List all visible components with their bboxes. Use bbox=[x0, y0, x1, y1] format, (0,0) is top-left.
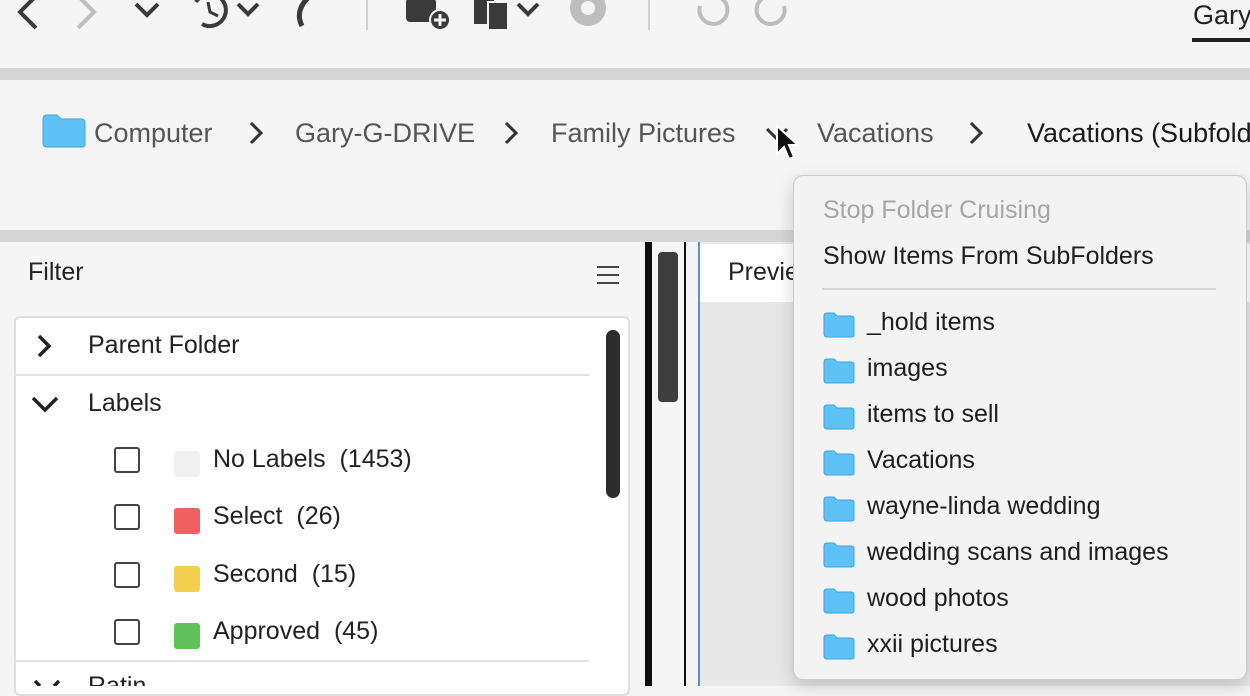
folder-icon bbox=[42, 114, 86, 148]
breadcrumb-gary-g-drive[interactable]: Gary-G-DRIVE bbox=[295, 118, 475, 149]
rotate-left-icon[interactable] bbox=[690, 0, 734, 32]
label-count: (15) bbox=[311, 560, 357, 588]
label-color-swatch bbox=[174, 508, 200, 534]
folder-menu-item[interactable]: xxii pictures bbox=[823, 630, 1223, 666]
checkbox[interactable] bbox=[114, 562, 140, 588]
preview-tab-label[interactable]: Previe bbox=[728, 258, 799, 287]
section-label[interactable]: Labels bbox=[88, 389, 162, 418]
panel-divider[interactable] bbox=[684, 242, 686, 686]
chevron-right-icon[interactable] bbox=[246, 120, 266, 146]
folder-icon bbox=[823, 634, 855, 660]
toolbar-separator bbox=[648, 0, 650, 30]
folder-icon bbox=[823, 312, 855, 338]
folder-name: images bbox=[867, 354, 948, 382]
label-count: (1453) bbox=[339, 445, 412, 473]
filter-section-ratings[interactable]: Ratin bbox=[88, 672, 146, 686]
filter-panel-title: Filter bbox=[28, 258, 84, 286]
folder-icon bbox=[823, 404, 855, 430]
checkbox[interactable] bbox=[114, 619, 140, 645]
label-count: (45) bbox=[333, 617, 379, 645]
folder-name: Vacations bbox=[867, 446, 975, 474]
copy-to-icon[interactable] bbox=[470, 0, 546, 32]
camera-raw-icon[interactable] bbox=[566, 0, 610, 32]
folder-menu-item[interactable]: wedding scans and images bbox=[823, 538, 1223, 574]
get-photos-icon[interactable] bbox=[404, 0, 454, 32]
show-items-from-subfolders-item[interactable]: Show Items From SubFolders bbox=[823, 242, 1154, 271]
folder-menu-item[interactable]: wood photos bbox=[823, 584, 1223, 620]
back-arrow-icon[interactable] bbox=[12, 0, 42, 32]
chevron-down-icon[interactable] bbox=[32, 678, 62, 686]
filter-section-parent-folder[interactable]: Parent Folder bbox=[14, 318, 589, 376]
folder-icon bbox=[823, 358, 855, 384]
folder-menu-item[interactable]: Vacations bbox=[823, 446, 1223, 482]
label-name: Select bbox=[213, 502, 283, 530]
chevron-right-icon[interactable] bbox=[501, 120, 521, 146]
boomerang-icon[interactable] bbox=[290, 0, 320, 32]
mouse-cursor-icon bbox=[776, 124, 801, 161]
breadcrumb-vacations[interactable]: Vacations bbox=[817, 118, 934, 149]
workspace-tab-underline bbox=[1192, 38, 1250, 42]
filter-scrollbar[interactable] bbox=[606, 330, 620, 498]
stop-folder-cruising-item: Stop Folder Cruising bbox=[823, 196, 1051, 224]
folder-name: wayne-linda wedding bbox=[867, 492, 1101, 520]
folder-menu-item[interactable]: _hold items bbox=[823, 308, 1223, 344]
folder-icon bbox=[823, 542, 855, 568]
folder-icon bbox=[823, 450, 855, 476]
forward-arrow-icon[interactable] bbox=[72, 0, 102, 32]
folder-name: _hold items bbox=[867, 308, 995, 336]
section-label: Parent Folder bbox=[88, 331, 240, 359]
folder-menu-item[interactable]: items to sell bbox=[823, 400, 1223, 436]
rotate-right-icon[interactable] bbox=[750, 0, 794, 32]
separator-band bbox=[0, 68, 1250, 80]
toolbar: Gary bbox=[0, 0, 1250, 68]
folder-menu-item[interactable]: images bbox=[823, 354, 1223, 390]
label-name: Second bbox=[213, 560, 298, 588]
folder-name: wedding scans and images bbox=[867, 538, 1169, 566]
label-count: (26) bbox=[296, 502, 341, 530]
chevron-right-icon[interactable] bbox=[34, 333, 56, 359]
checkbox[interactable] bbox=[114, 504, 140, 530]
chevron-down-icon[interactable] bbox=[132, 0, 162, 32]
folder-name: xxii pictures bbox=[867, 630, 998, 658]
menu-separator bbox=[822, 288, 1216, 290]
label-color-swatch bbox=[174, 566, 200, 592]
breadcrumb-current-folder[interactable]: Vacations (Subfold bbox=[1027, 118, 1250, 149]
panel-menu-icon[interactable] bbox=[597, 266, 619, 290]
folder-icon bbox=[823, 496, 855, 522]
folder-name: wood photos bbox=[867, 584, 1009, 612]
label-name: Approved bbox=[213, 617, 321, 645]
chevron-down-icon[interactable] bbox=[30, 394, 60, 416]
toolbar-separator bbox=[366, 0, 368, 30]
checkbox[interactable] bbox=[114, 447, 140, 473]
folder-icon bbox=[823, 588, 855, 614]
content-scrollbar[interactable] bbox=[658, 252, 678, 402]
folder-menu-item[interactable]: wayne-linda wedding bbox=[823, 492, 1223, 528]
folder-name: items to sell bbox=[867, 400, 999, 428]
workspace-tab[interactable]: Gary bbox=[1193, 0, 1250, 31]
label-color-swatch bbox=[174, 623, 200, 649]
panel-divider[interactable] bbox=[645, 242, 652, 686]
recent-history-icon[interactable] bbox=[188, 0, 264, 32]
folder-dropdown-menu: Stop Folder Cruising Show Items From Sub… bbox=[793, 175, 1247, 680]
chevron-right-icon[interactable] bbox=[966, 120, 986, 146]
label-color-swatch bbox=[174, 451, 200, 477]
breadcrumb-family-pictures[interactable]: Family Pictures bbox=[551, 118, 736, 149]
breadcrumb-computer[interactable]: Computer bbox=[94, 118, 213, 149]
label-name: No Labels bbox=[213, 445, 326, 473]
